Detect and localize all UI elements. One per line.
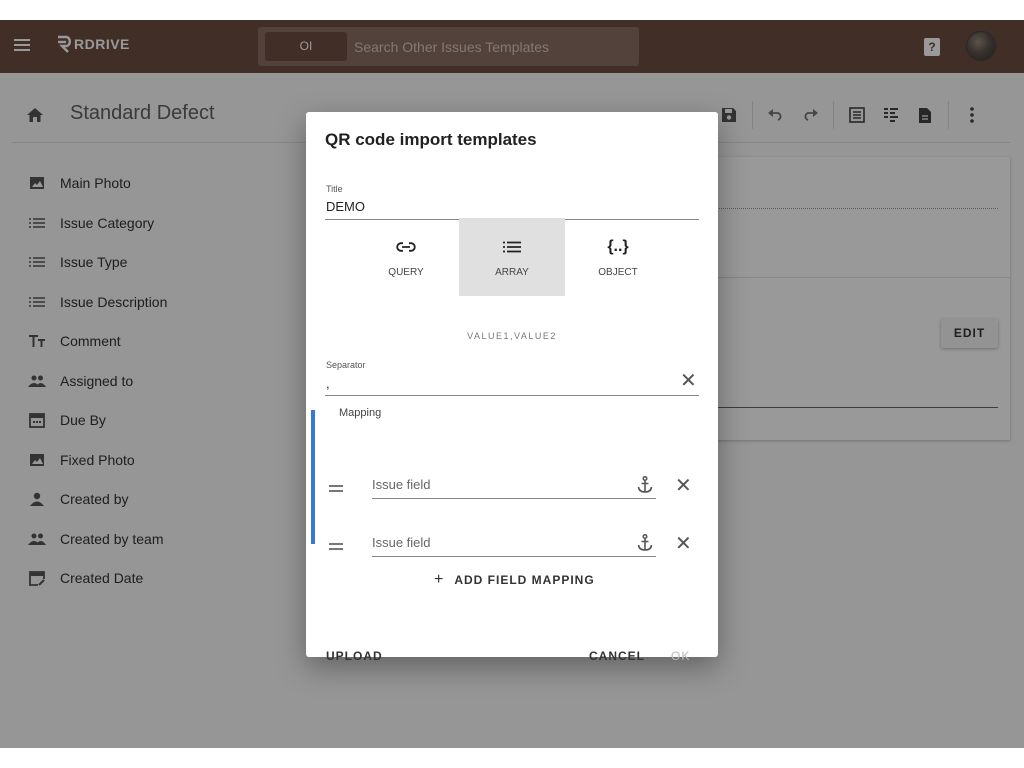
issue-field-input[interactable]	[372, 471, 656, 499]
mode-label: ARRAY	[495, 267, 529, 278]
mode-query-button[interactable]: QUERY	[353, 218, 459, 296]
mode-object-button[interactable]: {..} OBJECT	[565, 218, 671, 296]
upload-button[interactable]: UPLOAD	[326, 649, 383, 663]
add-field-mapping-label: ADD FIELD MAPPING	[454, 573, 595, 587]
ok-button[interactable]: OK	[671, 649, 690, 663]
mapping-label: Mapping	[339, 407, 382, 419]
app-root: RDRIVE OI ? Standard Defect	[0, 20, 1024, 748]
separator-field-label: Separator	[326, 360, 366, 370]
remove-mapping-icon[interactable]: ✕	[675, 534, 692, 554]
qr-import-dialog: QR code import templates Title DEMO QUER…	[306, 112, 718, 663]
drag-handle-icon[interactable]	[329, 485, 343, 495]
separator-field-underline	[325, 395, 699, 396]
mode-format-hint: VALUE1,VALUE2	[467, 331, 557, 341]
plus-icon: +	[434, 571, 445, 588]
link-icon	[396, 236, 416, 258]
mode-label: QUERY	[388, 267, 424, 278]
cancel-button[interactable]: CANCEL	[589, 649, 645, 663]
remove-mapping-icon[interactable]: ✕	[675, 476, 692, 496]
separator-field[interactable]: ,	[326, 376, 330, 391]
list-icon	[503, 236, 521, 258]
mode-array-button[interactable]: ARRAY	[459, 218, 565, 296]
clear-separator-icon[interactable]: ✕	[680, 371, 697, 391]
title-field-label: Title	[326, 184, 343, 194]
format-mode-toggle: QUERY ARRAY {..} OBJECT	[353, 218, 671, 296]
drag-handle-icon[interactable]	[329, 543, 343, 553]
anchor-icon[interactable]	[637, 476, 653, 494]
title-field[interactable]: DEMO	[326, 199, 365, 214]
mapping-row: ✕	[306, 529, 718, 559]
dialog-title: QR code import templates	[325, 130, 537, 149]
anchor-icon[interactable]	[637, 534, 653, 552]
mode-label: OBJECT	[598, 267, 638, 278]
add-field-mapping-button[interactable]: + ADD FIELD MAPPING	[434, 571, 595, 589]
braces-icon: {..}	[607, 238, 629, 255]
mapping-row: ✕	[306, 471, 718, 501]
issue-field-input[interactable]	[372, 529, 656, 557]
